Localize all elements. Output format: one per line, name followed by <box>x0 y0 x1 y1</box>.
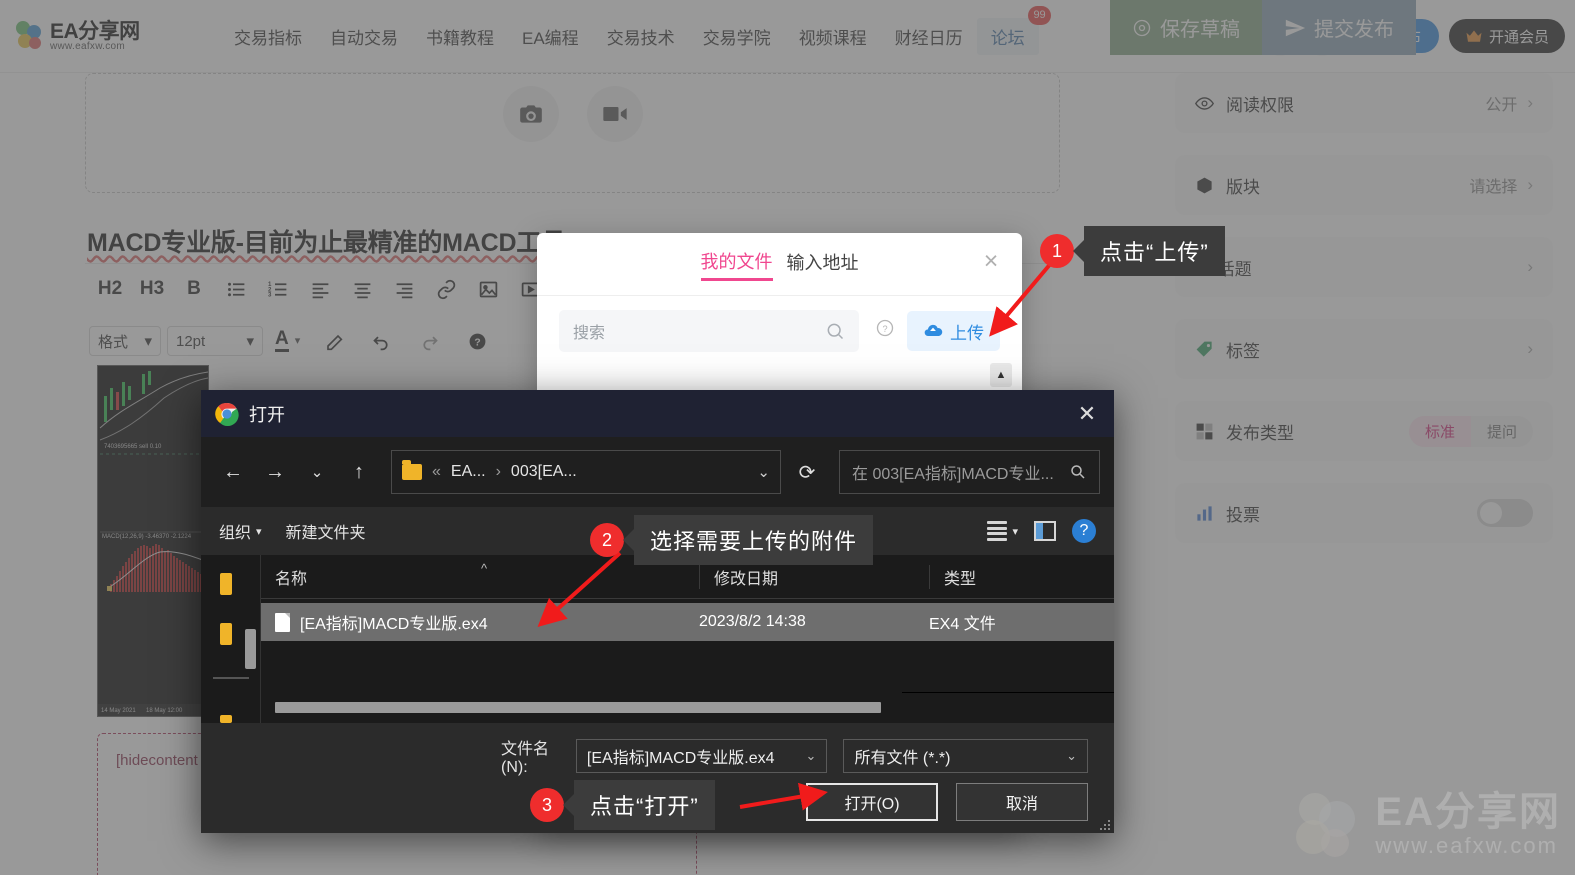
annotation-3-number: 3 <box>530 788 564 822</box>
watermark-url: www.eafxw.com <box>1375 832 1558 858</box>
annotation-2-text: 选择需要上传的附件 <box>634 515 874 565</box>
file-name: [EA指标]MACD专业版.ex4 <box>300 616 488 633</box>
watermark-logo-icon <box>1296 793 1356 857</box>
breadcrumb-part-1[interactable]: 003[EA... <box>511 463 577 481</box>
dialog-search-input[interactable]: 在 003[EA指标]MACD专业... <box>839 450 1100 494</box>
nav-pane-scrollbar[interactable] <box>245 629 256 669</box>
table-row[interactable]: [EA指标]MACD专业版.ex4 2023/8/2 14:38 EX4 文件 <box>261 603 1114 641</box>
close-icon[interactable]: × <box>978 249 1004 275</box>
annotation-1-number: 1 <box>1040 234 1074 268</box>
scroll-up-button[interactable]: ▲ <box>990 363 1012 387</box>
chevron-down-icon[interactable]: ⌄ <box>806 748 817 764</box>
list-bottom-line <box>902 692 1114 693</box>
forward-arrow-icon[interactable]: → <box>257 454 293 490</box>
breadcrumb[interactable]: « EA... › 003[EA... ⌄ <box>391 450 781 494</box>
help-icon[interactable]: ? <box>1072 519 1096 543</box>
back-arrow-icon[interactable]: ← <box>215 454 251 490</box>
recent-chevron-icon[interactable]: ⌄ <box>299 454 335 490</box>
dialog-title-bar: 打开 ✕ <box>201 390 1114 437</box>
new-folder-label: 新建文件夹 <box>285 525 366 542</box>
tab-my-files[interactable]: 我的文件 <box>700 248 773 281</box>
filename-value: [EA指标]MACD专业版.ex4 <box>586 750 775 767</box>
cloud-upload-icon <box>924 324 943 336</box>
dialog-title-text: 打开 <box>249 404 285 425</box>
resize-grip[interactable] <box>1098 818 1110 830</box>
pane-divider <box>213 677 249 679</box>
sort-ascending-icon: ^ <box>481 561 488 576</box>
question-circle-icon[interactable]: ? <box>875 318 895 344</box>
organize-label: 组织 <box>219 525 252 542</box>
annotation-1-text: 点击“上传” <box>1084 226 1225 276</box>
cancel-button[interactable]: 取消 <box>956 783 1088 821</box>
chevron-down-icon[interactable]: ⌄ <box>757 463 770 481</box>
file-picker-header: 我的文件 输入地址 × <box>537 233 1022 295</box>
search-icon <box>827 323 844 340</box>
annotation-3-text: 点击“打开” <box>574 780 715 830</box>
chevron-down-icon[interactable]: ⌄ <box>1066 748 1077 764</box>
dialog-search-placeholder: 在 003[EA指标]MACD专业... <box>852 466 1054 483</box>
chevron-down-icon: ▾ <box>256 525 262 538</box>
folder-icon <box>220 715 232 723</box>
column-header-type[interactable]: 类型 <box>929 564 1114 589</box>
folder-icon <box>220 623 232 645</box>
upload-button-label: 上传 <box>950 323 984 343</box>
filename-input[interactable]: [EA指标]MACD专业版.ex4 ⌄ <box>575 739 828 773</box>
annotation-2-number: 2 <box>590 523 624 557</box>
up-arrow-icon[interactable]: ↑ <box>341 454 377 490</box>
view-list-icon[interactable]: ▾ <box>987 521 1018 541</box>
filename-label: 文件名(N): <box>501 741 550 776</box>
file-picker-toolbar: 搜索 ? 上传 <box>537 296 1022 366</box>
breadcrumb-part-0[interactable]: EA... <box>451 463 486 481</box>
chevron-down-icon: ▾ <box>1012 525 1018 538</box>
annotation-1: 1 点击“上传” <box>1040 226 1225 276</box>
search-input[interactable]: 搜索 <box>559 310 859 352</box>
file-icon <box>275 612 290 632</box>
refresh-icon[interactable]: ⟳ <box>787 450 827 494</box>
windows-open-file-dialog: 打开 ✕ ← → ⌄ ↑ « EA... › 003[EA... ⌄ ⟳ 在 0… <box>201 390 1114 833</box>
file-modified: 2023/8/2 14:38 <box>699 613 806 630</box>
chrome-icon <box>215 402 239 426</box>
open-button[interactable]: 打开(O) <box>806 783 938 821</box>
preview-pane-icon[interactable] <box>1034 521 1056 541</box>
file-list-horizontal-scrollbar[interactable] <box>275 702 881 713</box>
annotation-2: 2 选择需要上传的附件 <box>590 515 874 565</box>
file-type: EX4 文件 <box>929 616 996 633</box>
svg-text:?: ? <box>882 324 887 334</box>
close-icon[interactable]: ✕ <box>1060 390 1114 437</box>
filename-row: 文件名(N): [EA指标]MACD专业版.ex4 ⌄ 所有文件 (*.*) ⌄ <box>201 735 1114 777</box>
filetype-value: 所有文件 (*.*) <box>854 750 951 767</box>
dialog-body: 名称 修改日期 类型 ^ [EA指标]MACD专业版.ex4 2023/8/2 … <box>201 555 1114 723</box>
organize-button[interactable]: 组织 ▾ <box>219 519 262 543</box>
tab-enter-url[interactable]: 输入地址 <box>787 249 859 279</box>
column-header-modified[interactable]: 修改日期 <box>699 564 929 589</box>
upload-button[interactable]: 上传 <box>907 311 1000 351</box>
breadcrumb-separator: › <box>495 463 501 480</box>
watermark-name: EA分享网 <box>1375 789 1561 834</box>
breadcrumb-prefix: « <box>432 463 441 480</box>
folder-icon <box>402 460 422 480</box>
search-icon <box>1071 465 1085 479</box>
annotation-3: 3 点击“打开” <box>530 780 715 830</box>
watermark: EA分享网 www.eafxw.com <box>1287 787 1561 865</box>
folder-icon <box>220 573 232 595</box>
dialog-nav-bar: ← → ⌄ ↑ « EA... › 003[EA... ⌄ ⟳ 在 003[EA… <box>201 437 1114 507</box>
new-folder-button[interactable]: 新建文件夹 <box>286 519 366 543</box>
dialog-buttons: 打开(O) 取消 <box>806 783 1088 821</box>
file-list: 名称 修改日期 类型 ^ [EA指标]MACD专业版.ex4 2023/8/2 … <box>261 555 1114 723</box>
filetype-select[interactable]: 所有文件 (*.*) ⌄ <box>843 739 1088 773</box>
dialog-navigation-pane[interactable] <box>201 555 261 723</box>
search-placeholder: 搜索 <box>573 325 606 342</box>
